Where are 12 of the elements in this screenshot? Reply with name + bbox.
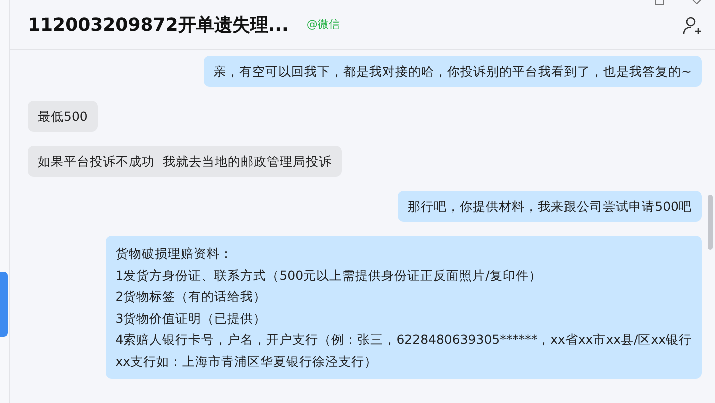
message-bubble: 亲，有空可以回我下，都是我对接的哈，你投诉别的平台我看到了，也是我答复的~ xyxy=(204,56,702,87)
message-bubble: 货物破损理赔资料： 1发货方身份证、联系方式（500元以上需提供身份证正反面照片/复印件） 2货物标签（有的话给我） 3货物价值证明（已提供） 4索赔人银行卡号，户名，开户支行（例：张三，6228480639305******，xx省xx市xx县/区xx银行 xx支行如：上海市青浦区华夏银行徐泾支行） xyxy=(106,236,702,379)
message-bubble: 那行吧，你提供材料，我来跟公司尝试申请500吧 xyxy=(398,191,702,222)
scrollbar[interactable] xyxy=(708,195,713,250)
add-person-icon[interactable] xyxy=(683,16,703,36)
side-marker xyxy=(0,272,8,337)
message-bubble: 如果平台投诉不成功 我就去当地的邮政管理局投诉 xyxy=(28,146,342,177)
close-icon[interactable] xyxy=(692,0,702,5)
source-tag: @微信 xyxy=(306,17,340,32)
chat-title: 112003209872开单遗失理... xyxy=(28,14,289,36)
message-bubble: 最低500 xyxy=(28,101,98,132)
maximize-icon[interactable] xyxy=(655,0,665,6)
